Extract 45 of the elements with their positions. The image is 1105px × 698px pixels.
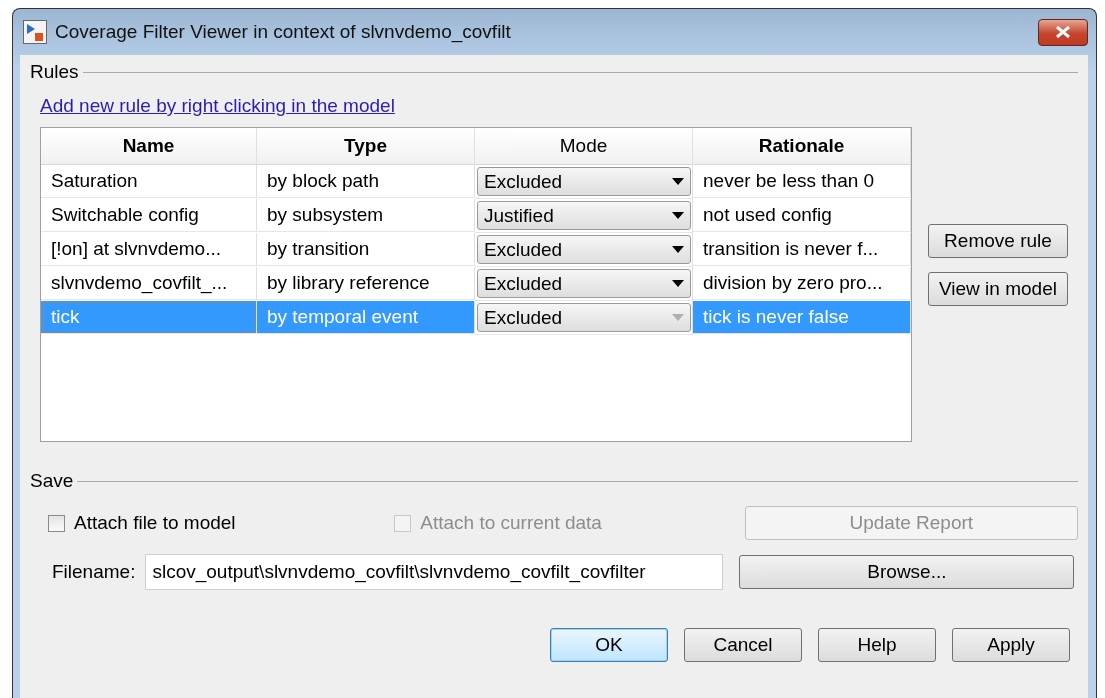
side-button[interactable]: Remove rule	[928, 224, 1068, 258]
caret-icon	[672, 314, 684, 321]
close-icon	[1055, 26, 1071, 38]
caret-icon	[672, 246, 684, 253]
table-cell: by transition	[257, 233, 475, 266]
table-cell: never be less than 0	[693, 165, 911, 198]
dialog-button[interactable]: OK	[550, 628, 668, 662]
filename-label: Filename:	[52, 561, 136, 583]
column-header[interactable]: Name	[41, 128, 257, 165]
column-header[interactable]: Type	[257, 128, 475, 165]
mode-dropdown[interactable]: Excluded	[477, 235, 691, 264]
caret-icon	[672, 178, 684, 185]
table-cell: division by zero pro...	[693, 267, 911, 300]
caret-icon	[672, 280, 684, 287]
dialog-button[interactable]: Apply	[952, 628, 1070, 662]
caret-icon	[672, 212, 684, 219]
side-button[interactable]: View in model	[928, 272, 1068, 306]
column-header[interactable]: Mode	[475, 128, 693, 165]
table-cell[interactable]: Saturation	[41, 165, 257, 198]
table-cell: not used config	[693, 199, 911, 232]
table-cell[interactable]: Switchable config	[41, 199, 257, 232]
browse-button[interactable]: Browse...	[739, 555, 1075, 589]
mode-dropdown[interactable]: Justified	[477, 201, 691, 230]
table-cell: by temporal event	[257, 301, 475, 334]
window-title: Coverage Filter Viewer in context of slvnvdemo_covfilt	[55, 21, 511, 43]
app-icon	[23, 20, 47, 44]
group-title: Save	[30, 470, 74, 492]
add-rule-link[interactable]: Add new rule by right clicking in the model	[40, 95, 395, 116]
table-cell: transition is never f...	[693, 233, 911, 266]
table-cell[interactable]: slvnvdemo_covfilt_...	[41, 267, 257, 300]
table-cell: by library reference	[257, 267, 475, 300]
group-title: Rules	[30, 61, 79, 83]
close-button[interactable]	[1038, 18, 1088, 46]
table-cell: by subsystem	[257, 199, 475, 232]
table-cell: tick is never false	[693, 301, 911, 334]
filename-field[interactable]: slcov_output\slvnvdemo_covfilt\slvnvdemo_covfilt_covfilter	[145, 554, 724, 590]
table-cell[interactable]: [!on] at slvnvdemo...	[41, 233, 257, 266]
mode-dropdown[interactable]: Excluded	[477, 303, 691, 332]
mode-dropdown[interactable]: Excluded	[477, 269, 691, 298]
mode-dropdown[interactable]: Excluded	[477, 167, 691, 196]
column-header[interactable]: Rationale	[693, 128, 911, 165]
dialog-button[interactable]: Help	[818, 628, 936, 662]
checkbox[interactable]: Attach file to model	[48, 512, 395, 534]
table-cell: by block path	[257, 165, 475, 198]
dialog-button[interactable]: Cancel	[684, 628, 802, 662]
